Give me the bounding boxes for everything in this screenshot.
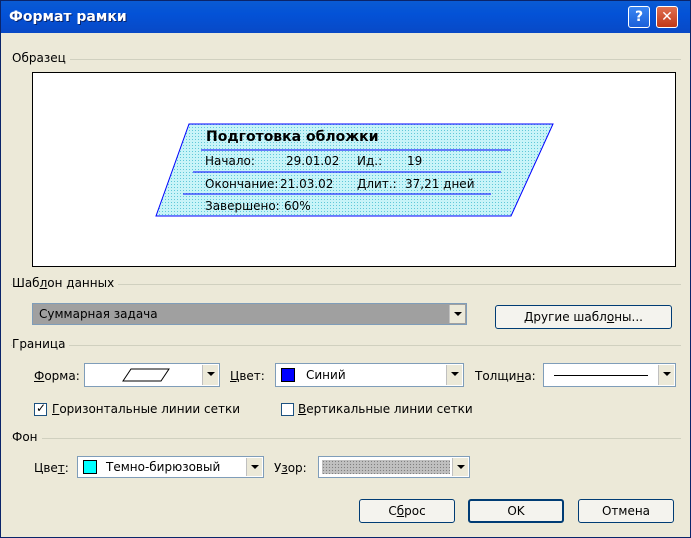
border-group-label: Граница bbox=[12, 337, 70, 351]
shape-select[interactable] bbox=[84, 363, 220, 387]
template-select[interactable]: Суммарная задача bbox=[32, 303, 467, 325]
more-templates-button[interactable]: Другие шаблоны... bbox=[495, 305, 672, 329]
sample-shape bbox=[155, 123, 554, 217]
horizontal-grid-label: Горизонтальные линии сетки bbox=[52, 402, 241, 416]
sample-preview: Подготовка обложки Начало: 29.01.02 Ид.:… bbox=[32, 72, 676, 267]
sample-start-value: 29.01.02 bbox=[286, 154, 340, 168]
close-icon: ✕ bbox=[661, 9, 673, 25]
blue-swatch-icon bbox=[281, 368, 295, 382]
sample-duration-value: 37,21 дней bbox=[405, 177, 475, 191]
ok-button[interactable]: OK bbox=[468, 499, 564, 523]
help-button[interactable]: ? bbox=[628, 6, 650, 28]
template-select-value: Суммарная задача bbox=[39, 307, 158, 321]
border-color-label: Цвет: bbox=[230, 369, 265, 383]
background-group-line bbox=[11, 438, 681, 439]
border-color-value: Синий bbox=[306, 368, 346, 382]
pattern-preview-icon bbox=[322, 460, 450, 474]
chevron-down-icon[interactable] bbox=[202, 365, 218, 385]
sample-id-value: 19 bbox=[407, 154, 423, 168]
thickness-label: Толщина: bbox=[475, 369, 536, 383]
chevron-down-icon[interactable] bbox=[449, 305, 465, 323]
template-group-label: Шаблон данных bbox=[12, 276, 119, 290]
sample-start-label: Начало: bbox=[205, 154, 255, 168]
thickness-select[interactable] bbox=[543, 363, 676, 387]
title-bar[interactable]: Формат рамки ? ✕ bbox=[1, 1, 690, 33]
sample-finish-label: Окончание: bbox=[205, 177, 279, 191]
pattern-select[interactable] bbox=[318, 456, 470, 478]
reset-button[interactable]: Сброс bbox=[359, 499, 455, 523]
background-color-label: Цвет: bbox=[34, 461, 69, 475]
border-color-select[interactable]: Синий bbox=[275, 363, 464, 387]
turquoise-swatch-icon bbox=[83, 460, 97, 474]
chevron-down-icon[interactable] bbox=[452, 458, 468, 476]
dialog-title: Формат рамки bbox=[9, 9, 127, 25]
sample-id-label: Ид.: bbox=[357, 154, 383, 168]
pattern-label: Узор: bbox=[274, 461, 307, 475]
help-icon: ? bbox=[634, 9, 644, 25]
vertical-grid-checkbox[interactable] bbox=[281, 403, 294, 416]
shape-label: Форма: bbox=[34, 369, 80, 383]
sample-duration-label: Длит.: bbox=[357, 177, 397, 191]
cancel-button[interactable]: Отмена bbox=[578, 499, 674, 523]
background-color-select[interactable]: Темно-бирюзовый bbox=[77, 456, 264, 478]
sample-task-name: Подготовка обложки bbox=[206, 129, 379, 145]
chevron-down-icon[interactable] bbox=[658, 365, 674, 385]
format-box-dialog: Формат рамки ? ✕ Образец Подготовка обло… bbox=[0, 0, 691, 538]
background-group-label: Фон bbox=[12, 430, 42, 444]
parallelogram-icon bbox=[122, 368, 170, 382]
sample-complete-label: Завершено: bbox=[205, 199, 280, 213]
background-color-value: Темно-бирюзовый bbox=[106, 460, 221, 474]
sample-complete-value: 60% bbox=[284, 199, 311, 213]
sample-group-line bbox=[11, 59, 681, 60]
horizontal-grid-checkbox[interactable] bbox=[34, 401, 47, 416]
chevron-down-icon[interactable] bbox=[446, 365, 462, 385]
sample-group-label: Образец bbox=[12, 51, 70, 65]
sample-finish-value: 21.03.02 bbox=[280, 177, 334, 191]
close-button[interactable]: ✕ bbox=[656, 6, 678, 28]
line-thickness-icon bbox=[554, 375, 648, 376]
chevron-down-icon[interactable] bbox=[246, 458, 262, 476]
vertical-grid-label: Вертикальные линии сетки bbox=[298, 402, 473, 416]
border-group-line bbox=[11, 345, 681, 346]
